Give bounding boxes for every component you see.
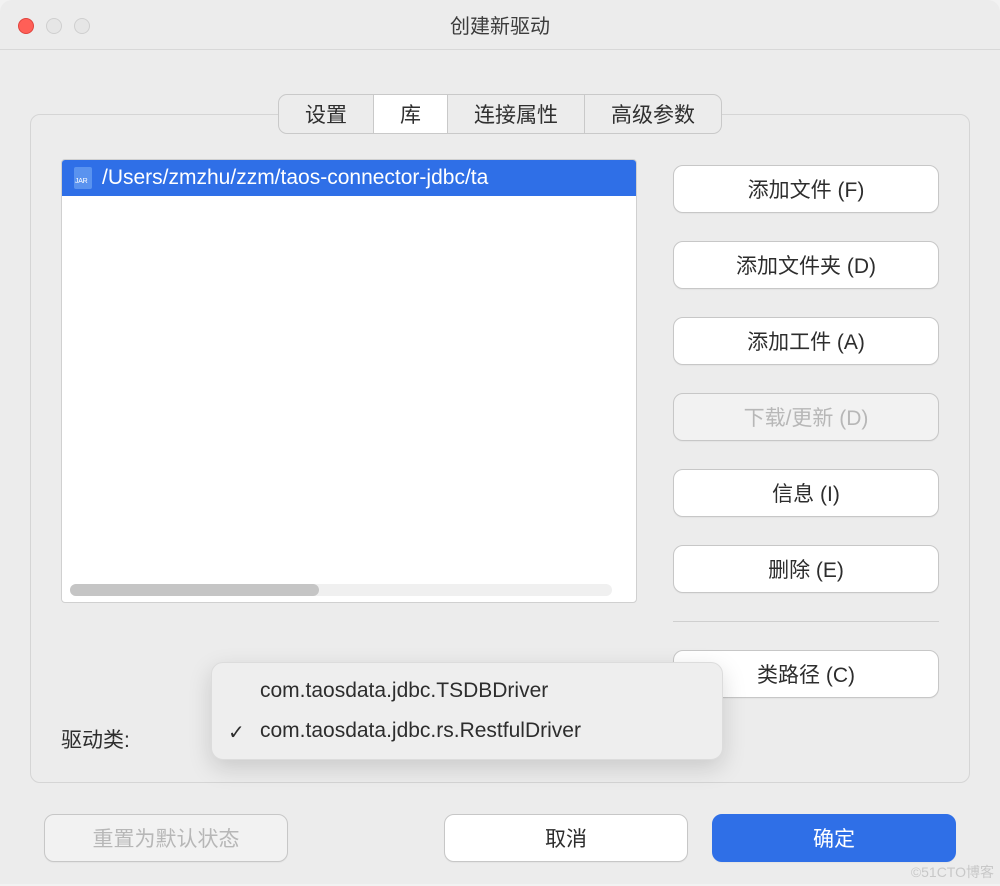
- dialog-footer: 重置为默认状态 取消 确定: [0, 814, 1000, 862]
- driver-class-label: 驱动类:: [61, 724, 130, 754]
- tab-library[interactable]: 库: [373, 95, 448, 133]
- driver-class-row: 驱动类: com.taosdata.jdbc.TSDBDriver ✓ com.…: [61, 724, 939, 754]
- jar-path: /Users/zmzhu/zzm/taos-connector-jdbc/ta: [102, 166, 488, 190]
- maximize-icon[interactable]: [74, 18, 90, 34]
- driver-option-label: com.taosdata.jdbc.rs.RestfulDriver: [260, 719, 581, 742]
- jar-list-item[interactable]: /Users/zmzhu/zzm/taos-connector-jdbc/ta: [62, 160, 636, 196]
- delete-button[interactable]: 删除 (E): [673, 545, 939, 593]
- jar-listbox[interactable]: /Users/zmzhu/zzm/taos-connector-jdbc/ta: [61, 159, 637, 603]
- library-group: /Users/zmzhu/zzm/taos-connector-jdbc/ta …: [30, 114, 970, 783]
- driver-option-label: com.taosdata.jdbc.TSDBDriver: [260, 679, 548, 702]
- driver-option-1[interactable]: ✓ com.taosdata.jdbc.rs.RestfulDriver: [212, 711, 722, 751]
- titlebar: 创建新驱动: [0, 0, 1000, 50]
- check-icon: ✓: [228, 720, 245, 745]
- driver-option-0[interactable]: com.taosdata.jdbc.TSDBDriver: [212, 671, 722, 711]
- tab-segment: 设置 库 连接属性 高级参数: [278, 94, 722, 134]
- add-folder-button[interactable]: 添加文件夹 (D): [673, 241, 939, 289]
- add-file-button[interactable]: 添加文件 (F): [673, 165, 939, 213]
- tab-settings[interactable]: 设置: [279, 95, 373, 133]
- minimize-icon[interactable]: [46, 18, 62, 34]
- window-title: 创建新驱动: [450, 10, 550, 39]
- watermark: ©51CTO博客: [911, 862, 994, 882]
- close-icon[interactable]: [18, 18, 34, 34]
- side-divider: [673, 621, 939, 622]
- page-body: 设置 库 连接属性 高级参数 /Users/zmzhu/zzm/taos-con…: [0, 50, 1000, 783]
- side-buttons: 添加文件 (F) 添加文件夹 (D) 添加工件 (A) 下载/更新 (D) 信息…: [673, 159, 939, 698]
- tab-advanced[interactable]: 高级参数: [584, 95, 721, 133]
- tab-bar: 设置 库 连接属性 高级参数: [30, 94, 970, 134]
- horizontal-scrollbar[interactable]: [70, 584, 612, 596]
- add-artifact-button[interactable]: 添加工件 (A): [673, 317, 939, 365]
- driver-class-dropdown[interactable]: com.taosdata.jdbc.TSDBDriver ✓ com.taosd…: [211, 662, 723, 760]
- reset-defaults-button: 重置为默认状态: [44, 814, 288, 862]
- info-button[interactable]: 信息 (I): [673, 469, 939, 517]
- ok-button[interactable]: 确定: [712, 814, 956, 862]
- jar-icon: [74, 167, 92, 189]
- library-content: /Users/zmzhu/zzm/taos-connector-jdbc/ta …: [61, 159, 939, 698]
- tab-connection-properties[interactable]: 连接属性: [448, 95, 584, 133]
- download-update-button: 下载/更新 (D): [673, 393, 939, 441]
- cancel-button[interactable]: 取消: [444, 814, 688, 862]
- dialog-window: 创建新驱动 设置 库 连接属性 高级参数 /Users/zmzhu/zzm/ta…: [0, 0, 1000, 884]
- traffic-lights: [18, 18, 90, 34]
